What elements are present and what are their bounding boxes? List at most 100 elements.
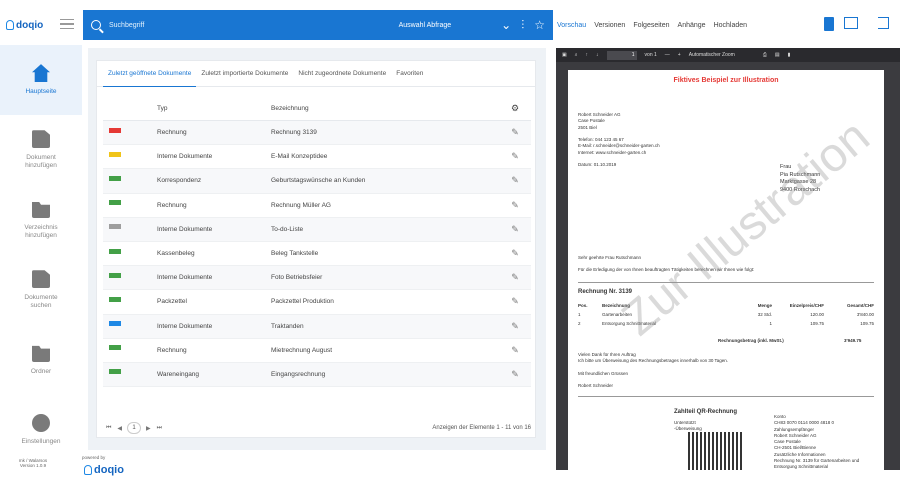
cell-typ: Kassenbeleg [157, 250, 195, 258]
table-row[interactable]: Kassenbeleg Beleg Tankstelle ✎ [103, 242, 531, 267]
edit-icon[interactable]: ✎ [499, 369, 531, 380]
tab-favoriten[interactable]: Favoriten [391, 61, 428, 87]
documents-table: Typ Bezeichnung ⚙ Rechnung Rechnung 3139 ✎… [103, 97, 531, 388]
table-row[interactable]: Interne Dokumente Foto Betriebsfeier ✎ [103, 266, 531, 291]
zoom-select[interactable]: Automatischer Zoom [689, 52, 735, 58]
cell-bezeichnung: Packzettel Produktion [271, 298, 334, 306]
table-row[interactable]: Packzettel Packzettel Produktion ✎ [103, 290, 531, 315]
brand-logo[interactable]: doqio [6, 20, 43, 31]
column-header-bezeichnung[interactable]: Bezeichnung [271, 105, 499, 112]
edit-icon[interactable]: ✎ [499, 272, 531, 283]
edit-icon[interactable]: ✎ [499, 296, 531, 307]
table-row[interactable]: Interne Dokumente E-Mail Konzeptidee ✎ [103, 145, 531, 170]
position-cell: 3'840.00 [856, 312, 874, 318]
pdf-toolbar: ▣ ⌕ ↑ ↓ 1 von 1 — + Automatischer Zoom ⎙… [556, 48, 900, 62]
table-row[interactable]: Rechnung Rechnung Müller AG ✎ [103, 194, 531, 218]
tab-folgeseiten[interactable]: Folgeseiten [633, 22, 669, 29]
mail-icon[interactable] [844, 17, 858, 29]
position-cell: 120.00 [810, 312, 824, 318]
page-up-icon[interactable]: ↑ [586, 52, 589, 58]
cell-bezeichnung: Beleg Tankstelle [271, 250, 319, 258]
table-row[interactable]: Interne Dokumente To-do-Liste ✎ [103, 217, 531, 242]
menu-icon[interactable] [60, 19, 74, 29]
chevron-down-icon[interactable]: ⌄ [501, 18, 511, 32]
page-down-icon[interactable]: ↓ [596, 52, 599, 58]
position-cell: Gesamt/CHF [846, 303, 874, 309]
edit-icon[interactable]: ✎ [499, 200, 531, 211]
edit-icon[interactable]: ✎ [499, 175, 531, 186]
edit-icon[interactable]: ✎ [499, 151, 531, 162]
search-input[interactable]: Suchbegriff [109, 22, 144, 29]
zoom-out-icon[interactable]: — [665, 52, 670, 58]
column-header-typ[interactable]: Typ [157, 105, 271, 112]
cell-typ: Interne Dokumente [157, 153, 213, 161]
tab-hochladen[interactable]: Hochladen [714, 22, 747, 29]
sidebar-toggle-icon[interactable]: ▣ [562, 52, 567, 58]
tab-zuletzt-importiert[interactable]: Zuletzt importierte Dokumente [196, 61, 293, 87]
table-row[interactable]: Rechnung Mietrechnung August ✎ [103, 339, 531, 363]
edit-icon[interactable]: ✎ [499, 224, 531, 235]
edit-icon[interactable]: ✎ [499, 248, 531, 259]
position-cell: 32 Std. [757, 312, 772, 318]
document-tabs: Zuletzt geöffnete Dokumente Zuletzt impo… [97, 61, 535, 87]
next-page-icon[interactable]: ▶ [146, 425, 151, 432]
sidebar-item-label: Hauptseite [25, 88, 57, 96]
current-page[interactable]: 1 [127, 422, 142, 434]
column-settings-icon[interactable]: ⚙ [499, 103, 531, 114]
sidebar-item-hauptseite[interactable]: Hauptseite [0, 45, 82, 115]
sidebar-item-dokument-hinzufuegen[interactable]: Dokument hinzufügen [0, 115, 82, 185]
save-icon[interactable]: ▤ [775, 52, 780, 58]
logout-icon[interactable] [878, 17, 889, 29]
sidebar-item-verzeichnis-hinzufuegen[interactable]: Verzeichnis hinzufügen [0, 185, 82, 255]
page-count: von 1 [644, 52, 657, 58]
edit-icon[interactable]: ✎ [499, 345, 531, 356]
table-row[interactable]: Interne Dokumente Traktanden ✎ [103, 314, 531, 339]
edit-icon[interactable]: ✎ [499, 127, 531, 138]
pdf-page: Fiktives Beispiel zur Illustration Rober… [568, 70, 884, 470]
table-row[interactable]: Korrespondenz Geburtstagswünsche an Kunde… [103, 169, 531, 194]
download-icon[interactable] [824, 17, 834, 31]
tab-zuletzt-geoeffnet[interactable]: Zuletzt geöffnete Dokumente [103, 61, 197, 87]
cell-bezeichnung: Rechnung Müller AG [271, 201, 331, 209]
cell-bezeichnung: Geburtstagswünsche an Kunden [271, 177, 366, 185]
table-row[interactable]: Wareneingang Eingangsrechnung ✎ [103, 362, 531, 388]
position-row: 2 Entsorgung Schnittmaterial 1 109.75 109.75 [578, 320, 874, 329]
star-icon[interactable]: ☆ [534, 18, 545, 32]
documents-card: Zuletzt geöffnete Dokumente Zuletzt impo… [96, 60, 536, 438]
previous-page-icon[interactable]: ◀ [117, 425, 122, 432]
position-cell: 2 [578, 321, 581, 327]
last-page-icon[interactable]: ⏭ [157, 425, 162, 432]
position-cell: 1 [578, 312, 581, 318]
divider [578, 396, 874, 397]
position-cell: Pos. [578, 303, 588, 309]
sidebar-item-ordner[interactable]: Ordner [0, 325, 82, 395]
pagination: ⏮ ◀ 1 ▶ ⏭ Anzeigen der Elemente 1 - 11 v… [103, 420, 531, 436]
table-row[interactable]: Rechnung Rechnung 3139 ✎ [103, 121, 531, 146]
tab-vorschau[interactable]: Vorschau [557, 22, 586, 29]
qr-right-text: Konto CH83 0070 0114 0000 4818 0 Zahlungse… [774, 414, 859, 470]
query-selection-label[interactable]: Auswahl Abfrage [399, 22, 452, 29]
zoom-in-icon[interactable]: + [678, 52, 681, 58]
add-document-icon [32, 130, 50, 149]
first-page-icon[interactable]: ⏮ [106, 425, 111, 432]
sidebar: Hauptseite Dokument hinzufügen Verzeichn… [0, 45, 82, 445]
cell-bezeichnung: E-Mail Konzeptidee [271, 153, 328, 161]
find-icon[interactable]: ⌕ [575, 52, 578, 58]
filter-sliders-icon[interactable]: ⫶ [521, 18, 524, 33]
cell-bezeichnung: Foto Betriebsfeier [271, 274, 323, 282]
page-number-input[interactable]: 1 [606, 50, 637, 60]
tab-nicht-zugeordnet[interactable]: Nicht zugeordnete Dokumente [293, 61, 391, 87]
sender-line: E-Mail: r.schneider@schneider-garten.ch [578, 143, 660, 149]
tab-versionen[interactable]: Versionen [594, 22, 625, 29]
sidebar-item-einstellungen[interactable]: Einstellungen [0, 395, 82, 465]
position-cell: 109.75 [810, 321, 824, 327]
cell-typ: Rechnung [157, 129, 187, 137]
bookmark-icon[interactable]: ▮ [788, 52, 791, 58]
edit-icon[interactable]: ✎ [499, 321, 531, 332]
print-icon[interactable]: ⎙ [763, 52, 767, 58]
search-icon[interactable] [91, 20, 101, 30]
sidebar-item-dokumente-suchen[interactable]: Dokumente suchen [0, 255, 82, 325]
version-info: mk / Walarsos Version 1.0.9 [18, 458, 48, 469]
tab-anhaenge[interactable]: Anhänge [678, 22, 706, 29]
sidebar-item-label: Dokumente suchen [24, 294, 58, 309]
